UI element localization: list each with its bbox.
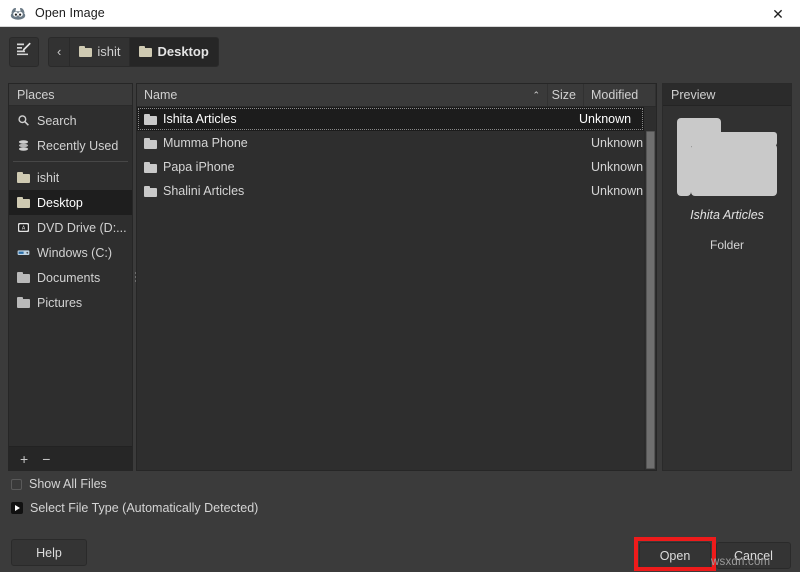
- column-header-label: Modified: [591, 88, 639, 102]
- places-header: Places: [9, 84, 132, 106]
- places-separator: [13, 161, 128, 162]
- breadcrumb-item-ishit[interactable]: ishit: [70, 37, 131, 66]
- sort-ascending-icon: ⌃: [532, 89, 540, 100]
- sidebar-item-windows-c[interactable]: Windows (C:): [9, 240, 132, 265]
- select-file-type-row[interactable]: Select File Type (Automatically Detected…: [0, 496, 800, 520]
- chevron-right-icon[interactable]: [11, 502, 23, 514]
- path-toolbar: ‹ ishit Desktop: [0, 27, 800, 76]
- hard-drive-icon: [17, 246, 30, 259]
- file-name-label: Papa iPhone: [163, 160, 235, 174]
- file-modified-cell: Unknown: [579, 112, 632, 126]
- sidebar-item-label: DVD Drive (D:...: [37, 220, 127, 235]
- file-list-panel: Name ⌃ Size Modified Ishita Articles Unk…: [136, 83, 657, 471]
- scrollbar-thumb[interactable]: [646, 131, 655, 469]
- breadcrumb-item-label: Desktop: [157, 44, 209, 59]
- sidebar-item-recently-used[interactable]: Recently Used: [9, 133, 132, 158]
- sidebar-item-ishit[interactable]: ishit: [9, 165, 132, 190]
- column-header-label: Name: [144, 88, 178, 102]
- breadcrumb-item-desktop[interactable]: Desktop: [130, 37, 218, 66]
- file-name-cell: Ishita Articles: [144, 112, 536, 126]
- file-list-header: Name ⌃ Size Modified: [137, 84, 656, 107]
- places-footer: + −: [9, 446, 132, 470]
- sidebar-item-label: Desktop: [37, 195, 83, 210]
- sidebar-item-label: Pictures: [37, 295, 83, 310]
- title-bar: Open Image ✕: [0, 0, 800, 27]
- gimp-wilber-icon: [9, 4, 27, 22]
- preview-file-name: Ishita Articles: [690, 208, 764, 222]
- select-file-type-label: Select File Type (Automatically Detected…: [30, 501, 259, 515]
- help-button[interactable]: Help: [11, 539, 87, 566]
- window-title: Open Image: [35, 6, 105, 20]
- sidebar-item-label: Search: [37, 113, 77, 128]
- edit-location-icon: [16, 41, 32, 62]
- file-name-label: Mumma Phone: [163, 136, 248, 150]
- folder-icon: [17, 297, 30, 308]
- table-row[interactable]: Papa iPhone Unknown: [137, 155, 656, 179]
- places-list: Search Recently Used ishit Desktop A DVD…: [9, 106, 132, 446]
- breadcrumb-item-label: ishit: [97, 44, 121, 59]
- show-all-files-label: Show All Files: [29, 477, 107, 491]
- breadcrumb-back-button[interactable]: ‹: [49, 37, 71, 66]
- show-all-files-row[interactable]: Show All Files: [0, 472, 800, 496]
- column-header-name[interactable]: Name ⌃: [137, 84, 548, 106]
- preview-panel: Preview Ishita Articles Folder: [662, 83, 792, 471]
- table-row[interactable]: Ishita Articles Unknown: [137, 107, 644, 131]
- large-folder-icon: [677, 118, 777, 196]
- sidebar-item-search[interactable]: Search: [9, 108, 132, 133]
- folder-icon: [17, 197, 30, 208]
- dialog-body: Places Search Recently Used ishit Deskto…: [0, 76, 800, 471]
- sidebar-item-label: Recently Used: [37, 138, 119, 153]
- sidebar-item-label: Documents: [37, 270, 101, 285]
- sidebar-item-dvd-drive[interactable]: A DVD Drive (D:...: [9, 215, 132, 240]
- file-name-label: Shalini Articles: [163, 184, 245, 198]
- file-list-body: Ishita Articles Unknown Mumma Phone Unkn…: [137, 107, 656, 470]
- add-place-button[interactable]: +: [20, 451, 28, 467]
- folder-icon: [139, 46, 153, 57]
- column-header-modified[interactable]: Modified: [584, 84, 656, 106]
- file-name-cell: Shalini Articles: [144, 184, 548, 198]
- folder-icon: [144, 137, 157, 149]
- sidebar-item-label: Windows (C:): [37, 245, 113, 260]
- folder-icon: [144, 161, 157, 173]
- folder-icon: [79, 46, 93, 57]
- table-row[interactable]: Mumma Phone Unknown: [137, 131, 656, 155]
- remove-place-button[interactable]: −: [42, 451, 50, 467]
- file-name-cell: Mumma Phone: [144, 136, 548, 150]
- breadcrumb: ‹ ishit Desktop: [48, 36, 219, 67]
- sidebar-item-pictures[interactable]: Pictures: [9, 290, 132, 315]
- recent-icon: [17, 139, 30, 152]
- preview-header: Preview: [663, 84, 791, 106]
- file-list-scrollbar[interactable]: [644, 130, 656, 470]
- places-panel: Places Search Recently Used ishit Deskto…: [8, 83, 133, 471]
- open-button[interactable]: Open: [639, 542, 711, 569]
- column-header-label: Size: [551, 88, 576, 102]
- show-all-files-checkbox[interactable]: [11, 478, 22, 490]
- folder-icon: [144, 113, 157, 125]
- options-area: Show All Files Select File Type (Automat…: [0, 472, 800, 530]
- folder-icon: [17, 172, 30, 183]
- table-row[interactable]: Shalini Articles Unknown: [137, 179, 656, 203]
- column-header-size[interactable]: Size: [548, 84, 584, 106]
- search-icon: [17, 114, 30, 127]
- file-name-label: Ishita Articles: [163, 112, 237, 126]
- type-location-button[interactable]: [9, 36, 39, 67]
- close-icon[interactable]: ✕: [756, 0, 800, 27]
- sidebar-item-label: ishit: [37, 170, 60, 185]
- optical-drive-icon: A: [17, 221, 30, 234]
- file-name-cell: Papa iPhone: [144, 160, 548, 174]
- sidebar-item-documents[interactable]: Documents: [9, 265, 132, 290]
- open-image-dialog: Open Image ✕ ‹ ishit Desktop Places Sear…: [0, 0, 800, 572]
- preview-file-type: Folder: [709, 238, 744, 252]
- sidebar-item-desktop[interactable]: Desktop: [9, 190, 132, 215]
- watermark: wsxdn.com: [711, 556, 771, 568]
- folder-icon: [17, 272, 30, 283]
- folder-icon: [144, 185, 157, 197]
